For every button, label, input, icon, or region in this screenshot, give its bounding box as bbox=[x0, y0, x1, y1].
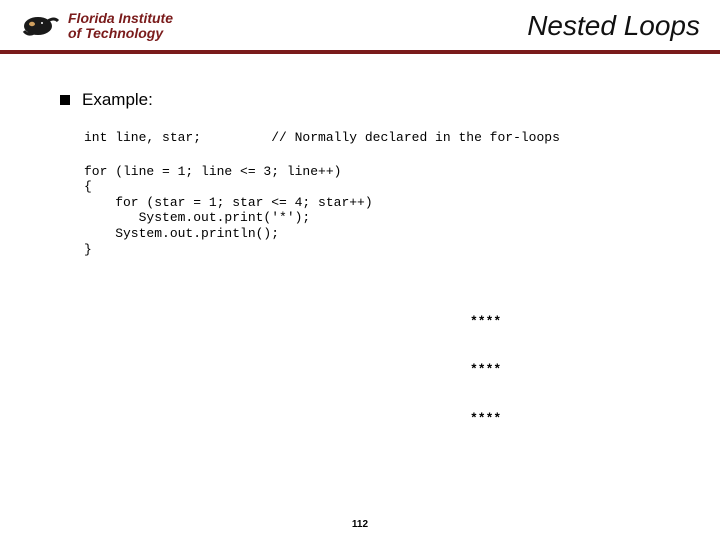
slide-header: Florida Institute of Technology Nested L… bbox=[0, 0, 720, 50]
code-line: { bbox=[84, 179, 680, 195]
slide-content: Example: int line, star; // Normally dec… bbox=[0, 54, 720, 460]
logo-text: Florida Institute of Technology bbox=[68, 11, 173, 40]
code-line: System.out.println(); bbox=[84, 226, 680, 242]
code-line: int line, star; // Normally declared in … bbox=[84, 130, 680, 146]
code-line: } bbox=[84, 242, 680, 258]
code-line: System.out.print('*'); bbox=[84, 210, 680, 226]
code-line: for (star = 1; star <= 4; star++) bbox=[84, 195, 680, 211]
output-line: **** bbox=[470, 314, 680, 330]
code-line: for (line = 1; line <= 3; line++) bbox=[84, 164, 680, 180]
bullet-row: Example: bbox=[60, 90, 680, 110]
output-line: **** bbox=[470, 362, 680, 378]
bullet-label: Example: bbox=[82, 90, 153, 110]
square-bullet-icon bbox=[60, 95, 70, 105]
logo-block: Florida Institute of Technology bbox=[20, 11, 173, 41]
program-output: **** **** **** bbox=[470, 281, 680, 460]
code-block: int line, star; // Normally declared in … bbox=[60, 130, 680, 257]
output-line: **** bbox=[470, 411, 680, 427]
logo-line1: Florida Institute bbox=[68, 11, 173, 26]
page-title: Nested Loops bbox=[527, 10, 700, 42]
panther-logo-icon bbox=[20, 11, 62, 41]
logo-line2: of Technology bbox=[68, 26, 173, 41]
page-number: 112 bbox=[0, 519, 720, 530]
